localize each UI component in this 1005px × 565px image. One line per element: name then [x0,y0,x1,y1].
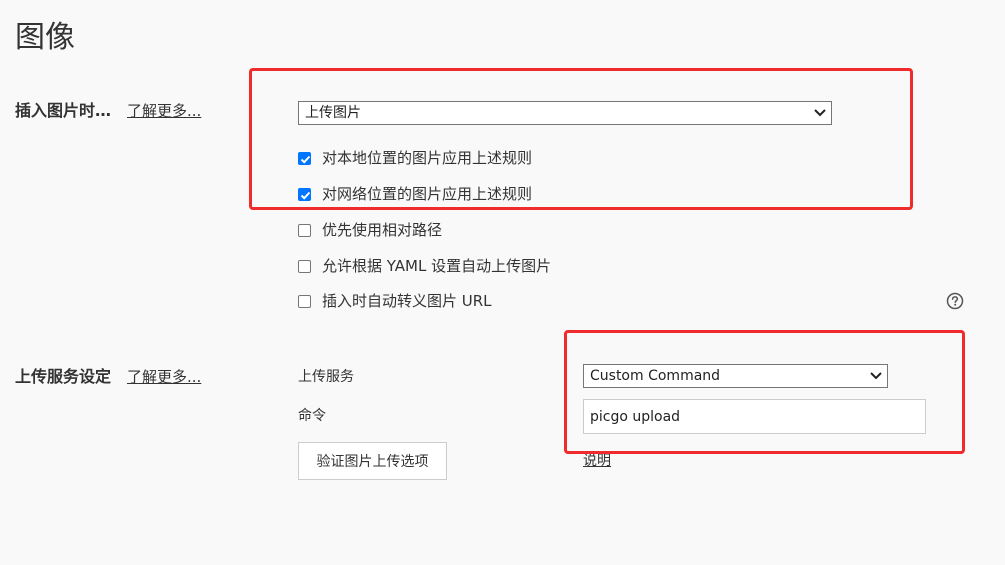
apply-network-images-checkbox[interactable] [298,187,311,201]
explain-link[interactable]: 说明 [583,451,611,471]
upload-service-label: 上传服务 [298,369,354,385]
prefer-relative-path-label: 优先使用相对路径 [322,221,443,239]
upload-service-learn-more-link[interactable]: 了解更多... [127,366,201,388]
upload-service-select[interactable]: Custom Command [583,364,888,388]
insert-image-learn-more-link[interactable]: 了解更多... [127,100,201,122]
chevron-down-icon [814,109,826,117]
insert-image-action-select[interactable]: 上传图片 [298,101,832,125]
apply-network-images-label: 对网络位置的图片应用上述规则 [322,185,533,203]
option-apply-local-images[interactable]: 对本地位置的图片应用上述规则 [298,147,532,169]
question-circle-icon[interactable] [946,292,964,310]
highlight-annotation-upload-service [564,330,965,454]
page-title: 图像 [15,20,75,55]
escape-image-url-checkbox[interactable] [298,294,311,308]
apply-local-images-checkbox[interactable] [298,151,311,165]
option-escape-image-url[interactable]: 插入时自动转义图片 URL [298,290,492,312]
verify-upload-options-button[interactable]: 验证图片上传选项 [298,442,447,480]
upload-service-selected-value: Custom Command [590,368,721,384]
insert-image-action-selected-value: 上传图片 [305,105,361,121]
yaml-auto-upload-label: 允许根据 YAML 设置自动上传图片 [322,257,552,275]
apply-local-images-label: 对本地位置的图片应用上述规则 [322,149,533,167]
option-apply-network-images[interactable]: 对网络位置的图片应用上述规则 [298,183,532,205]
escape-image-url-label: 插入时自动转义图片 URL [322,292,492,310]
checkmark-icon [300,155,311,164]
upload-service-section-label: 上传服务设定 [15,367,112,386]
insert-image-section-label: 插入图片时… [15,101,112,120]
chevron-down-icon [870,372,882,380]
command-label: 命令 [298,408,326,424]
command-input[interactable] [583,399,926,434]
option-prefer-relative-path[interactable]: 优先使用相对路径 [298,219,442,241]
prefer-relative-path-checkbox[interactable] [298,223,311,237]
option-yaml-auto-upload[interactable]: 允许根据 YAML 设置自动上传图片 [298,255,551,277]
yaml-auto-upload-checkbox[interactable] [298,259,311,273]
checkmark-icon [300,191,311,200]
